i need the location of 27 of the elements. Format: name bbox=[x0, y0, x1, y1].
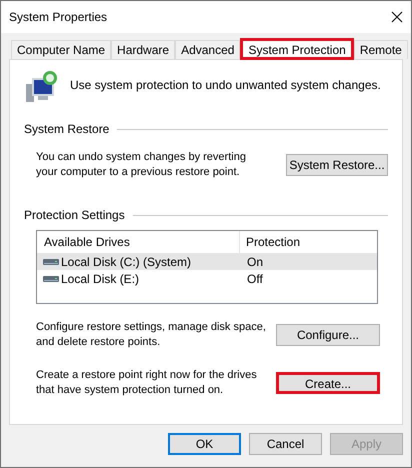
description-text: You can undo system changes by reverting your computer to a previous restore point. bbox=[36, 150, 247, 180]
dialog-button[interactable]: OK bbox=[168, 433, 241, 455]
group-heading: Protection Settings bbox=[24, 207, 125, 224]
drive-name: Local Disk (E:) bbox=[61, 270, 140, 288]
protection-status: Off bbox=[246, 270, 263, 288]
action-button[interactable]: System Restore... bbox=[286, 154, 388, 176]
window-title: System Properties bbox=[9, 9, 108, 26]
close-icon[interactable] bbox=[391, 11, 403, 23]
tab[interactable]: Remote bbox=[354, 40, 408, 59]
intro-text: Use system protection to undo unwanted system changes. bbox=[70, 77, 381, 94]
tab[interactable]: Hardware bbox=[111, 40, 176, 59]
tab[interactable]: Computer Name bbox=[11, 40, 112, 59]
tab[interactable]: System Protection bbox=[240, 38, 354, 60]
column-header[interactable]: Protection bbox=[240, 231, 377, 253]
description-text: Configure restore settings, manage disk space, and delete restore points. bbox=[36, 320, 267, 350]
tab[interactable]: Advanced bbox=[175, 40, 240, 59]
group-heading: System Restore bbox=[24, 121, 110, 138]
dialog-button[interactable]: Cancel bbox=[249, 433, 322, 455]
action-button[interactable]: Create... bbox=[276, 372, 380, 394]
drive-icon bbox=[43, 258, 59, 266]
protection-status: On bbox=[246, 254, 264, 270]
description-text: Create a restore point right now for the drives that have system protection turned on. bbox=[36, 368, 258, 398]
drive-row[interactable]: Local Disk (C:) (System) On bbox=[37, 253, 377, 270]
action-button[interactable]: Configure... bbox=[276, 324, 380, 346]
drive-icon bbox=[43, 274, 59, 282]
computer-icon bbox=[24, 70, 60, 104]
drive-name: Local Disk (C:) (System) bbox=[61, 254, 192, 270]
